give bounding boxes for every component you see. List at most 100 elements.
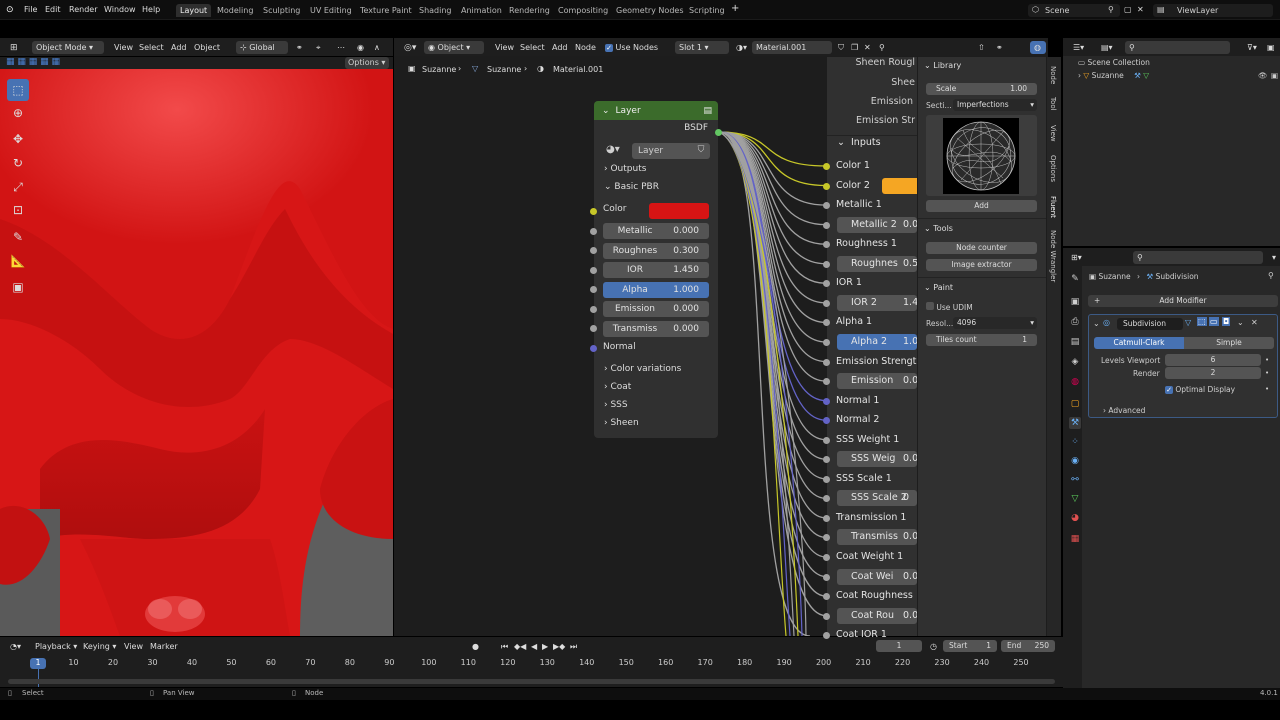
particles-props-icon[interactable]: ⁘ bbox=[1069, 436, 1081, 448]
group-field-transmiss[interactable]: Transmiss 0.0 bbox=[837, 529, 917, 546]
new-collection-icon[interactable]: ▣ bbox=[1263, 41, 1279, 54]
scene-copy-icon[interactable]: ▢ bbox=[1124, 5, 1132, 14]
field-transmiss[interactable]: Transmiss 0.000 bbox=[603, 321, 709, 337]
collapse-chevron-icon[interactable]: ⌄ bbox=[1093, 319, 1100, 328]
tab-modeling[interactable]: Modeling bbox=[213, 4, 257, 17]
tab-fluent[interactable]: Fluent bbox=[1049, 196, 1057, 218]
coat-toggle[interactable]: › Coat bbox=[594, 382, 718, 400]
resolution-dropdown[interactable]: 4096 ▾ bbox=[953, 317, 1037, 329]
library-preview[interactable] bbox=[926, 115, 1037, 196]
group-input-socket[interactable] bbox=[823, 221, 830, 229]
viewport-menu-select[interactable]: Select bbox=[135, 41, 168, 54]
group-input-socket[interactable] bbox=[823, 299, 830, 307]
timeline-view-menu[interactable]: View bbox=[120, 640, 147, 653]
filter-icon[interactable]: ⊽▾ bbox=[1243, 41, 1261, 54]
tab-shading[interactable]: Shading bbox=[415, 4, 456, 17]
keyframe-dot-icon[interactable]: • bbox=[1265, 385, 1269, 393]
udim-checkbox[interactable] bbox=[926, 302, 934, 310]
layer-node-header[interactable]: ⌄ Layer ▤ bbox=[594, 101, 718, 120]
viewport-menu-view[interactable]: View bbox=[110, 41, 137, 54]
scale-field[interactable]: Scale 1.00 bbox=[926, 83, 1037, 95]
library-section[interactable]: ⌄ Library bbox=[924, 61, 961, 70]
group-input-socket[interactable] bbox=[823, 358, 830, 366]
on-cage-icon[interactable]: ⬚ bbox=[1197, 317, 1207, 326]
options-chevron-icon[interactable]: ▾ bbox=[1268, 251, 1280, 264]
pin-icon[interactable]: ⚲ bbox=[1268, 271, 1274, 280]
group-field-sss-weig[interactable]: SSS Weig 0.0 bbox=[837, 451, 917, 468]
ior-socket[interactable] bbox=[590, 267, 597, 274]
tab-tool[interactable]: Tool bbox=[1049, 97, 1057, 111]
scene-collection-row[interactable]: ▭ Scene Collection bbox=[1078, 58, 1150, 67]
tab-node-wrangler[interactable]: Node Wrangler bbox=[1049, 230, 1057, 282]
tool-props-icon[interactable]: ✎ bbox=[1069, 273, 1081, 285]
field-alpha[interactable]: Alpha 1.000 bbox=[603, 281, 709, 298]
section-dropdown[interactable]: Imperfections ▾ bbox=[953, 99, 1037, 111]
output-props-icon[interactable]: ⎙ bbox=[1069, 316, 1081, 328]
tab-uv-editing[interactable]: UV Editing bbox=[306, 4, 356, 17]
group-field-alpha-2[interactable]: Alpha 2 1.0 bbox=[837, 333, 917, 350]
menu-file[interactable]: File bbox=[24, 5, 37, 14]
properties-search-input[interactable]: ⚲ bbox=[1133, 251, 1263, 264]
layer-name-field[interactable]: Layer bbox=[632, 143, 692, 159]
snap-icon[interactable]: ⌖ bbox=[312, 41, 325, 54]
texture-props-icon[interactable]: ▦ bbox=[1069, 533, 1081, 545]
tool-transform-icon[interactable]: ⊡ bbox=[7, 199, 29, 221]
options-button[interactable]: Options ▾ bbox=[345, 57, 389, 69]
scene-selector[interactable]: ⬡ Scene ⚲ bbox=[1028, 4, 1120, 17]
editor-type-icon[interactable]: ⊞ bbox=[6, 41, 22, 54]
viewport-display-icon[interactable]: ▭ bbox=[1209, 317, 1219, 326]
properties-type-icon[interactable]: ⊞▾ bbox=[1067, 251, 1086, 264]
timeline-ruler[interactable]: 1 10 20 30 40 50 60 70 80 90 100 110 120 130 140 150 160… bbox=[0, 655, 1063, 687]
pin-icon[interactable]: ⚲ bbox=[1108, 5, 1114, 14]
blender-logo-icon[interactable]: ⊙ bbox=[6, 5, 14, 15]
record-icon[interactable]: ● bbox=[468, 640, 483, 653]
node-counter-button[interactable]: Node counter bbox=[926, 242, 1037, 254]
group-input-socket[interactable] bbox=[823, 436, 830, 444]
fake-user-shield-icon[interactable]: ⛉ bbox=[692, 143, 710, 159]
tool-rotate-icon[interactable]: ↻ bbox=[7, 152, 29, 174]
tab-layout[interactable]: Layout bbox=[176, 4, 212, 17]
tab-geometry-nodes[interactable]: Geometry Nodes bbox=[612, 4, 687, 17]
tab-options[interactable]: Options bbox=[1049, 155, 1057, 182]
tool-add-cube-icon[interactable]: ▣ bbox=[7, 276, 29, 298]
tool-measure-icon[interactable]: 📐 bbox=[7, 250, 29, 272]
tools-section[interactable]: ⌄ Tools bbox=[924, 224, 953, 233]
start-frame-field[interactable]: Start 1 bbox=[943, 640, 997, 652]
physics-props-icon[interactable]: ◉ bbox=[1069, 455, 1081, 467]
keying-menu[interactable]: Keying ▾ bbox=[79, 640, 120, 653]
image-extractor-button[interactable]: Image extractor bbox=[926, 259, 1037, 271]
metallic-socket[interactable] bbox=[590, 228, 597, 235]
layer-node[interactable]: ⌄ Layer ▤ BSDF ◕▾ Layer ⛉ › Outputs ⌄ Ba… bbox=[594, 101, 718, 438]
constraints-props-icon[interactable]: ⚯ bbox=[1069, 474, 1081, 486]
catmull-clark-button[interactable]: Catmull-Clark bbox=[1094, 337, 1184, 349]
tab-animation[interactable]: Animation bbox=[457, 4, 506, 17]
keyframe-dot-icon[interactable]: • bbox=[1265, 356, 1269, 364]
modifier-props-icon[interactable]: ⚒ bbox=[1069, 417, 1081, 429]
paint-section[interactable]: ⌄ Paint bbox=[924, 283, 953, 292]
timeline-scrollbar[interactable] bbox=[8, 679, 1055, 684]
outliner[interactable] bbox=[1063, 38, 1280, 246]
field-roughnes[interactable]: Roughnes 0.300 bbox=[603, 242, 709, 259]
group-input-socket[interactable] bbox=[823, 163, 830, 170]
jump-end-icon[interactable]: ⏭ bbox=[566, 640, 581, 653]
proportional-edit-icon[interactable]: ◉ bbox=[353, 41, 368, 54]
3d-viewport[interactable] bbox=[0, 69, 393, 636]
preview-range-icon[interactable]: ◷ bbox=[926, 640, 941, 653]
transmission-socket[interactable] bbox=[590, 325, 597, 332]
normal-socket[interactable] bbox=[590, 345, 597, 352]
timeline-marker-menu[interactable]: Marker bbox=[146, 640, 182, 653]
tool-cursor-icon[interactable]: ⊕ bbox=[7, 102, 29, 124]
group-field-metallic-2[interactable]: Metallic 2 0.0 bbox=[837, 216, 917, 233]
outliner-type-icon[interactable]: ☰▾ bbox=[1069, 41, 1088, 54]
tab-node[interactable]: Node bbox=[1049, 66, 1057, 84]
falloff-icon[interactable]: ∧ bbox=[370, 41, 384, 54]
group-field-coat-rou[interactable]: Coat Rou 0.0 bbox=[837, 607, 917, 624]
node-group-icon[interactable]: ▤ bbox=[703, 106, 712, 116]
menu-render[interactable]: Render bbox=[69, 5, 97, 14]
roughness-socket[interactable] bbox=[590, 247, 597, 254]
render-camera-icon[interactable]: ▣ bbox=[1271, 71, 1278, 80]
scene-props-icon[interactable]: ◈ bbox=[1069, 356, 1081, 368]
tab-texture-paint[interactable]: Texture Paint bbox=[356, 4, 416, 17]
mode-select[interactable]: Object Mode ▾ bbox=[32, 41, 104, 54]
view-layer-selector[interactable]: ▤ ViewLayer bbox=[1153, 4, 1273, 17]
